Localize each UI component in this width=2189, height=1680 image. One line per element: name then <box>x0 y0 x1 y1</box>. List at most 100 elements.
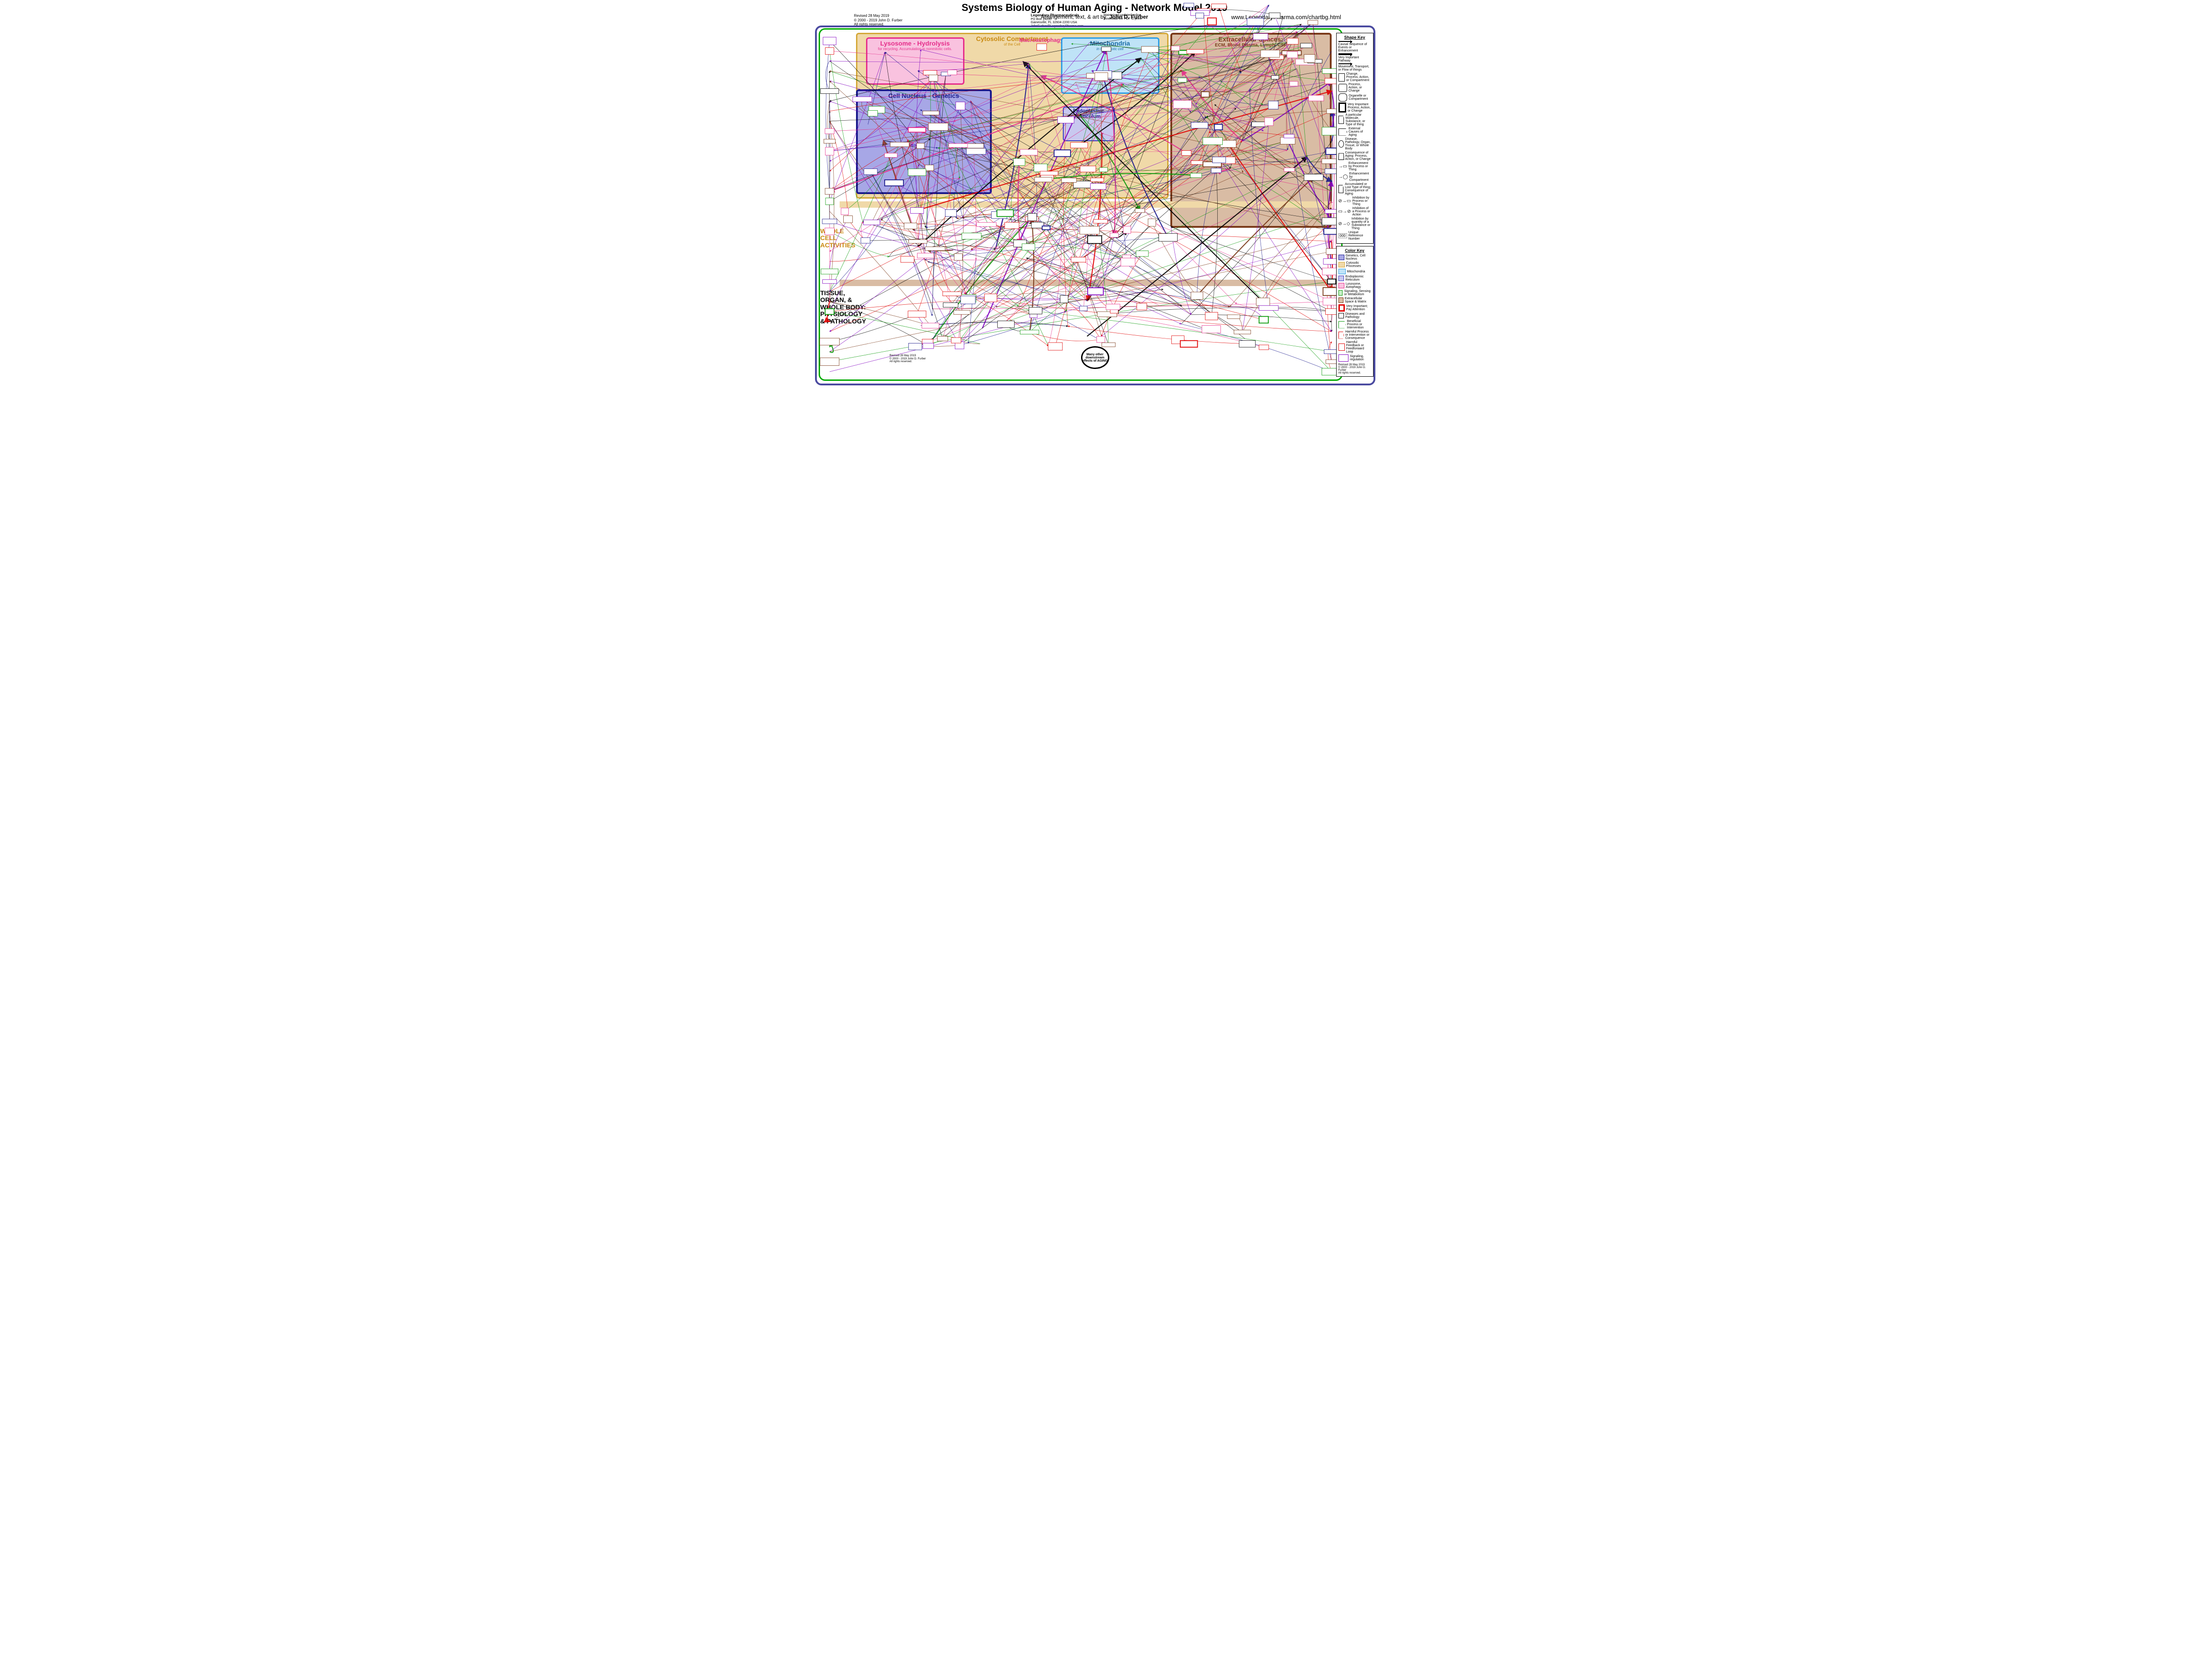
shape-consenh: Consequence of Aging: Process, Action, o… <box>1345 151 1371 161</box>
swatch-disease <box>1338 313 1344 318</box>
swatch-cytosol <box>1338 262 1345 267</box>
whole-cell-l3: ACTIVITIES <box>820 242 856 249</box>
swatch-mito <box>1338 269 1346 274</box>
folded-icon <box>1338 116 1344 124</box>
ck-veryimp: Very Important; Pay Attention <box>1346 305 1371 311</box>
mito-title: Mitochondria <box>1062 39 1158 47</box>
swatch-harmful <box>1338 332 1344 339</box>
folded2-icon <box>1338 185 1344 193</box>
footer-l1: Revised 28 May 2019 <box>890 354 926 358</box>
region-mitochondria: Mitochondria in nonmitotic cell <box>1061 37 1159 94</box>
ck-lysosome: Lysosome, Autophagy <box>1346 282 1371 289</box>
ck-er: Endoplasmic Reticulum <box>1345 275 1371 282</box>
flag-icon <box>1338 128 1348 136</box>
oval-icon <box>1338 140 1344 148</box>
rect-icon <box>1338 73 1345 82</box>
footer-l2: © 2000 - 2019 John D. Furber <box>890 358 926 361</box>
er-title2: Reticulum <box>1064 114 1114 119</box>
shape-process: Process, Action, or Change <box>1348 83 1371 92</box>
swatch-nucleus <box>1338 255 1344 260</box>
ecm-title: Extracellular Spaces: <box>1172 35 1330 43</box>
nucleus-title: Cell Nucleus - Genetics <box>858 91 990 99</box>
shape-consacc: Accumulated or Lost Type of thing; Conse… <box>1345 183 1371 195</box>
region-er: Endoplasmic Reticulum <box>1063 107 1115 141</box>
ck-disease: Diseases and Pathology <box>1345 312 1371 319</box>
swatch-er <box>1338 276 1344 281</box>
body-l4: PHYSIOLOGY <box>820 311 866 318</box>
shape-veryimp: Very Important Pathway <box>1338 56 1371 62</box>
body-l3: WHOLE BODY: <box>820 304 866 311</box>
download-note: Maintained updated online. Download the … <box>1104 14 1142 20</box>
region-ecm: Extracellular Spaces: ECM, Blood Plasma,… <box>1170 33 1332 228</box>
trap-icon <box>1338 153 1344 159</box>
swatch-beneficial <box>1338 321 1346 328</box>
ecm-sub: ECM, Blood Plasma, Lymph, CSF <box>1172 43 1330 48</box>
whole-cell-l1: WHOLE <box>820 228 856 235</box>
ck-harmful: Harmful Process or Intervention or Conse… <box>1345 330 1371 340</box>
shape-organelle: Organelle or Compartment <box>1348 94 1371 101</box>
er-title: Endoplasmic <box>1064 108 1114 114</box>
body-l1: TISSUE, <box>820 290 866 297</box>
arrow-open-icon <box>1338 63 1352 64</box>
shape-inhqty: Inhibition by quantity of a Substance or… <box>1352 217 1371 230</box>
swatch-signaling <box>1338 290 1343 296</box>
color-key-footer: Revised 28 May 2019 © 2000 - 2019 John D… <box>1338 364 1371 374</box>
publisher-addr2: Gainesville, FL 32604-2200 USA <box>1031 21 1077 24</box>
ck-sig2: Signaling, regulation <box>1350 355 1371 361</box>
page-url: www.LegendaryPharma.com/chartbg.html <box>1231 14 1341 20</box>
arrow-thick-icon <box>1338 53 1352 55</box>
ck-nucleus: Genetics, Cell Nucleus <box>1346 254 1371 261</box>
shape-key-title: Shape Key <box>1338 35 1371 40</box>
shape-change: Change, Process, Action, or Compartment <box>1346 72 1371 82</box>
swatch-lysosome <box>1338 283 1344 288</box>
color-key-title: Color Key <box>1338 248 1371 253</box>
footer-copy-left: Revised 28 May 2019 © 2000 - 2019 John D… <box>890 354 926 364</box>
publisher-name: Legendary Pharmaceuticals <box>1031 13 1079 17</box>
strip-lower <box>840 280 1332 286</box>
swatch-fb <box>1338 343 1345 351</box>
ck-fb: Harmful Feedback or Feedforward Loop <box>1346 341 1371 353</box>
swatch-veryimp <box>1338 304 1345 312</box>
shape-ref: Unique Reference Number <box>1348 231 1371 241</box>
body-label: TISSUE, ORGAN, & WHOLE BODY: PHYSIOLOGY … <box>820 290 866 325</box>
publisher-addr1: PO Box 14200 <box>1031 18 1052 21</box>
whole-cell-l2: CELL <box>820 235 856 241</box>
shape-enhcomp: Enhancement by Compartment <box>1349 172 1371 182</box>
shape-seq: Causal Sequence of Events or Enhancement <box>1338 43 1371 52</box>
diagram-page: Systems Biology of Human Aging - Network… <box>812 0 1377 434</box>
lysosome-sub: for recycling. Accumulation in nonmitoti… <box>867 47 963 51</box>
ck-signaling: Signaling, Sensing or Metabolism <box>1344 290 1371 296</box>
shape-move: Movement, Transport, or Flow of things <box>1338 65 1371 72</box>
shape-inhof: Inhibition of a Process or Action <box>1352 207 1371 216</box>
download-l2: Download the PDF to print. <box>1104 17 1142 20</box>
shape-veryimpc: Very Important Process, Action, or Chang… <box>1348 103 1371 113</box>
arrow-icon <box>1338 41 1352 42</box>
round-rect-icon <box>1338 84 1348 92</box>
ck-beneficial: Beneficial Process or Intervention <box>1347 320 1371 329</box>
shape-key-legend: Shape Key Causal Sequence of Events or E… <box>1336 33 1374 244</box>
many-aging-node: Many other downstream effects of AGING <box>1081 346 1109 369</box>
color-key-legend: Color Key Genetics, Cell Nucleus Cytosol… <box>1336 246 1374 377</box>
strip-upper <box>840 201 1332 208</box>
shape-moltype: A particular Molecule, Substance, or Typ… <box>1345 113 1371 126</box>
swatch-ecm <box>1338 297 1343 303</box>
body-l2: ORGAN, & <box>820 297 866 303</box>
mito-sub: in nonmitotic cell <box>1062 47 1158 51</box>
whole-cell-label: WHOLE CELL ACTIVITIES <box>820 228 856 249</box>
region-nucleus: Cell Nucleus - Genetics <box>856 89 992 194</box>
ck-cytosol: Cytosolic Processes <box>1346 261 1371 268</box>
shape-ext: External Causes of Aging <box>1348 127 1371 137</box>
lysosome-title: Lysosome - Hydrolysis <box>867 39 963 47</box>
body-l5: & PATHOLOGY <box>820 318 866 325</box>
swatch-sig2 <box>1338 354 1349 362</box>
shape-inhby: Inhibition by Process or Thing <box>1352 196 1371 206</box>
page-title: Systems Biology of Human Aging - Network… <box>812 2 1377 14</box>
download-l1: Maintained updated online. <box>1104 14 1142 17</box>
shape-disease: Disease, Pathology, Organ, Tissue, or Wh… <box>1345 138 1371 150</box>
ck-ecm: Extracellular Space & Matrix <box>1345 297 1371 303</box>
thick-rect-icon <box>1338 102 1347 113</box>
macroautophagy-label: Macroautophagy <box>1020 37 1063 43</box>
footer-l3: All rights reserved. <box>890 360 926 364</box>
region-lysosome: Lysosome - Hydrolysis for recycling. Acc… <box>866 37 964 85</box>
ck-mito: Mitochondria <box>1347 270 1365 273</box>
